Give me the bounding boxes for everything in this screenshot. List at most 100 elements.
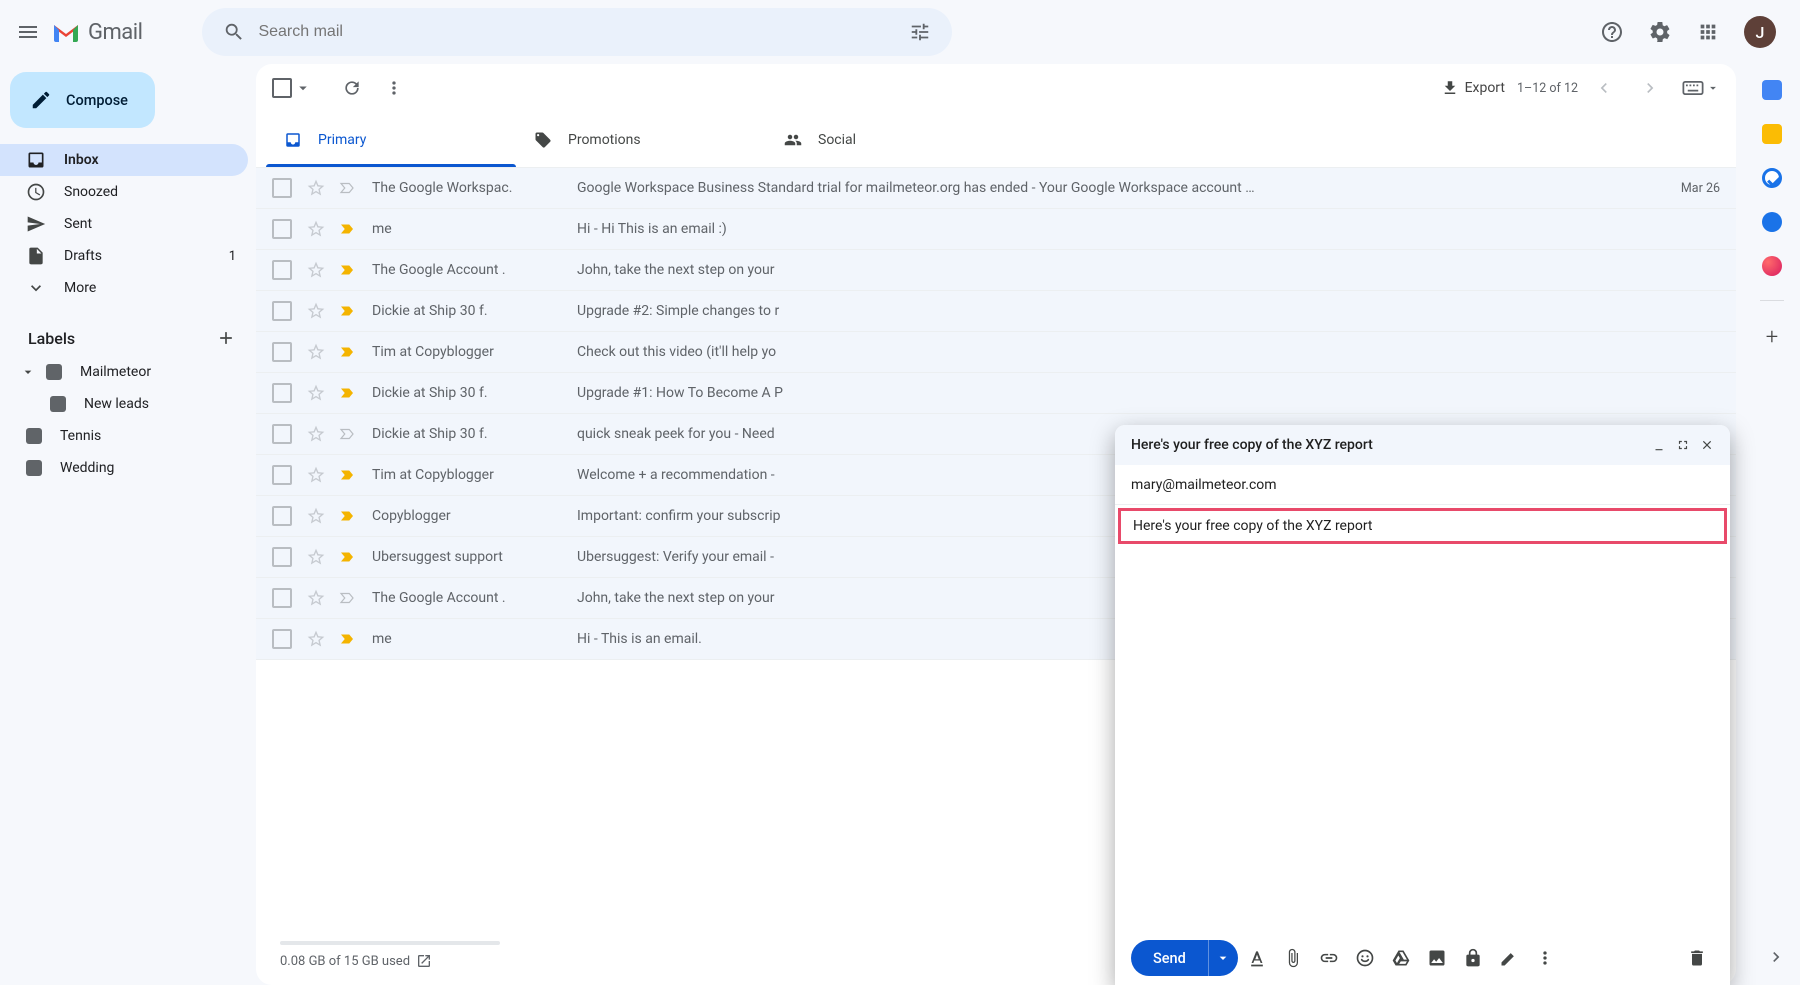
label-item[interactable]: Wedding xyxy=(0,452,256,484)
nav-item-snoozed[interactable]: Snoozed xyxy=(0,176,248,208)
add-label-button[interactable] xyxy=(212,324,240,352)
send-more-button[interactable] xyxy=(1208,940,1238,976)
star-button[interactable] xyxy=(306,547,326,567)
apps-button[interactable] xyxy=(1688,12,1728,52)
drive-button[interactable] xyxy=(1384,941,1418,975)
next-page-button[interactable] xyxy=(1630,68,1670,108)
compose-to-field[interactable]: mary@mailmeteor.com xyxy=(1115,465,1730,505)
star-button[interactable] xyxy=(306,465,326,485)
nav-item-sent[interactable]: Sent xyxy=(0,208,248,240)
attach-button[interactable] xyxy=(1276,941,1310,975)
label-item[interactable]: New leads xyxy=(0,388,256,420)
tasks-addon-button[interactable] xyxy=(1762,168,1782,188)
nav-item-inbox[interactable]: Inbox xyxy=(0,144,248,176)
image-button[interactable] xyxy=(1420,941,1454,975)
star-button[interactable] xyxy=(306,342,326,362)
link-button[interactable] xyxy=(1312,941,1346,975)
calendar-addon-button[interactable] xyxy=(1762,80,1782,100)
star-button[interactable] xyxy=(306,588,326,608)
open-in-new-icon[interactable] xyxy=(416,953,432,969)
formatting-button[interactable] xyxy=(1240,941,1274,975)
fullscreen-icon[interactable] xyxy=(1676,438,1690,452)
tab-social[interactable]: Social xyxy=(766,112,1016,167)
email-row[interactable]: me Hi - Hi This is an email :) xyxy=(256,209,1736,250)
search-button[interactable] xyxy=(210,8,258,56)
row-checkbox[interactable] xyxy=(272,465,292,485)
chevron-down-icon[interactable] xyxy=(294,79,312,97)
importance-marker[interactable] xyxy=(338,261,356,279)
settings-button[interactable] xyxy=(1640,12,1680,52)
nav-item-more[interactable]: More xyxy=(0,272,248,304)
importance-marker[interactable] xyxy=(338,343,356,361)
row-checkbox[interactable] xyxy=(272,178,292,198)
importance-marker[interactable] xyxy=(338,466,356,484)
star-button[interactable] xyxy=(306,383,326,403)
minimize-icon[interactable] xyxy=(1652,438,1666,452)
row-checkbox[interactable] xyxy=(272,506,292,526)
compose-subject-field[interactable]: Here's your free copy of the XYZ report xyxy=(1118,508,1727,544)
side-panel-collapse-button[interactable] xyxy=(1760,941,1792,973)
main-menu-button[interactable] xyxy=(8,12,48,52)
row-checkbox[interactable] xyxy=(272,260,292,280)
label-item[interactable]: Mailmeteor xyxy=(0,356,256,388)
close-icon[interactable] xyxy=(1700,438,1714,452)
email-row[interactable]: Tim at Copyblogger Check out this video … xyxy=(256,332,1736,373)
importance-marker[interactable] xyxy=(338,179,356,197)
support-button[interactable] xyxy=(1592,12,1632,52)
addon-button[interactable] xyxy=(1762,256,1782,276)
search-bar[interactable] xyxy=(202,8,952,56)
compose-header[interactable]: Here's your free copy of the XYZ report xyxy=(1115,425,1730,465)
tab-primary[interactable]: Primary xyxy=(266,112,516,167)
importance-marker[interactable] xyxy=(338,630,356,648)
star-button[interactable] xyxy=(306,301,326,321)
confidential-button[interactable] xyxy=(1456,941,1490,975)
star-button[interactable] xyxy=(306,629,326,649)
compose-button[interactable]: Compose xyxy=(10,72,155,128)
export-button[interactable]: Export xyxy=(1441,79,1505,97)
nav-item-drafts[interactable]: Drafts1 xyxy=(0,240,248,272)
importance-marker[interactable] xyxy=(338,302,356,320)
search-options-button[interactable] xyxy=(896,8,944,56)
row-checkbox[interactable] xyxy=(272,547,292,567)
row-checkbox[interactable] xyxy=(272,219,292,239)
star-button[interactable] xyxy=(306,219,326,239)
email-row[interactable]: The Google Workspac. Google Workspace Bu… xyxy=(256,168,1736,209)
contacts-addon-button[interactable] xyxy=(1762,212,1782,232)
more-actions-button[interactable] xyxy=(374,68,414,108)
star-button[interactable] xyxy=(306,424,326,444)
send-button[interactable]: Send xyxy=(1131,950,1208,967)
compose-body[interactable] xyxy=(1115,547,1730,931)
input-tools-button[interactable] xyxy=(1682,68,1720,108)
account-avatar[interactable]: J xyxy=(1744,16,1776,48)
star-button[interactable] xyxy=(306,260,326,280)
row-checkbox[interactable] xyxy=(272,301,292,321)
email-row[interactable]: Dickie at Ship 30 f. Upgrade #1: How To … xyxy=(256,373,1736,414)
importance-marker[interactable] xyxy=(338,548,356,566)
search-input[interactable] xyxy=(258,23,896,41)
keep-addon-button[interactable] xyxy=(1762,124,1782,144)
importance-marker[interactable] xyxy=(338,425,356,443)
get-addons-button[interactable]: + xyxy=(1766,325,1778,350)
star-button[interactable] xyxy=(306,506,326,526)
row-checkbox[interactable] xyxy=(272,629,292,649)
label-item[interactable]: Tennis xyxy=(0,420,256,452)
row-checkbox[interactable] xyxy=(272,342,292,362)
importance-marker[interactable] xyxy=(338,589,356,607)
row-checkbox[interactable] xyxy=(272,588,292,608)
importance-marker[interactable] xyxy=(338,507,356,525)
star-button[interactable] xyxy=(306,178,326,198)
tab-promotions[interactable]: Promotions xyxy=(516,112,766,167)
importance-marker[interactable] xyxy=(338,220,356,238)
discard-draft-button[interactable] xyxy=(1680,941,1714,975)
signature-button[interactable] xyxy=(1492,941,1526,975)
email-row[interactable]: Dickie at Ship 30 f. Upgrade #2: Simple … xyxy=(256,291,1736,332)
compose-more-button[interactable] xyxy=(1528,941,1562,975)
refresh-button[interactable] xyxy=(332,68,372,108)
prev-page-button[interactable] xyxy=(1584,68,1624,108)
gmail-logo[interactable]: Gmail xyxy=(52,20,142,45)
emoji-button[interactable] xyxy=(1348,941,1382,975)
importance-marker[interactable] xyxy=(338,384,356,402)
email-row[interactable]: The Google Account . John, take the next… xyxy=(256,250,1736,291)
row-checkbox[interactable] xyxy=(272,424,292,444)
row-checkbox[interactable] xyxy=(272,383,292,403)
